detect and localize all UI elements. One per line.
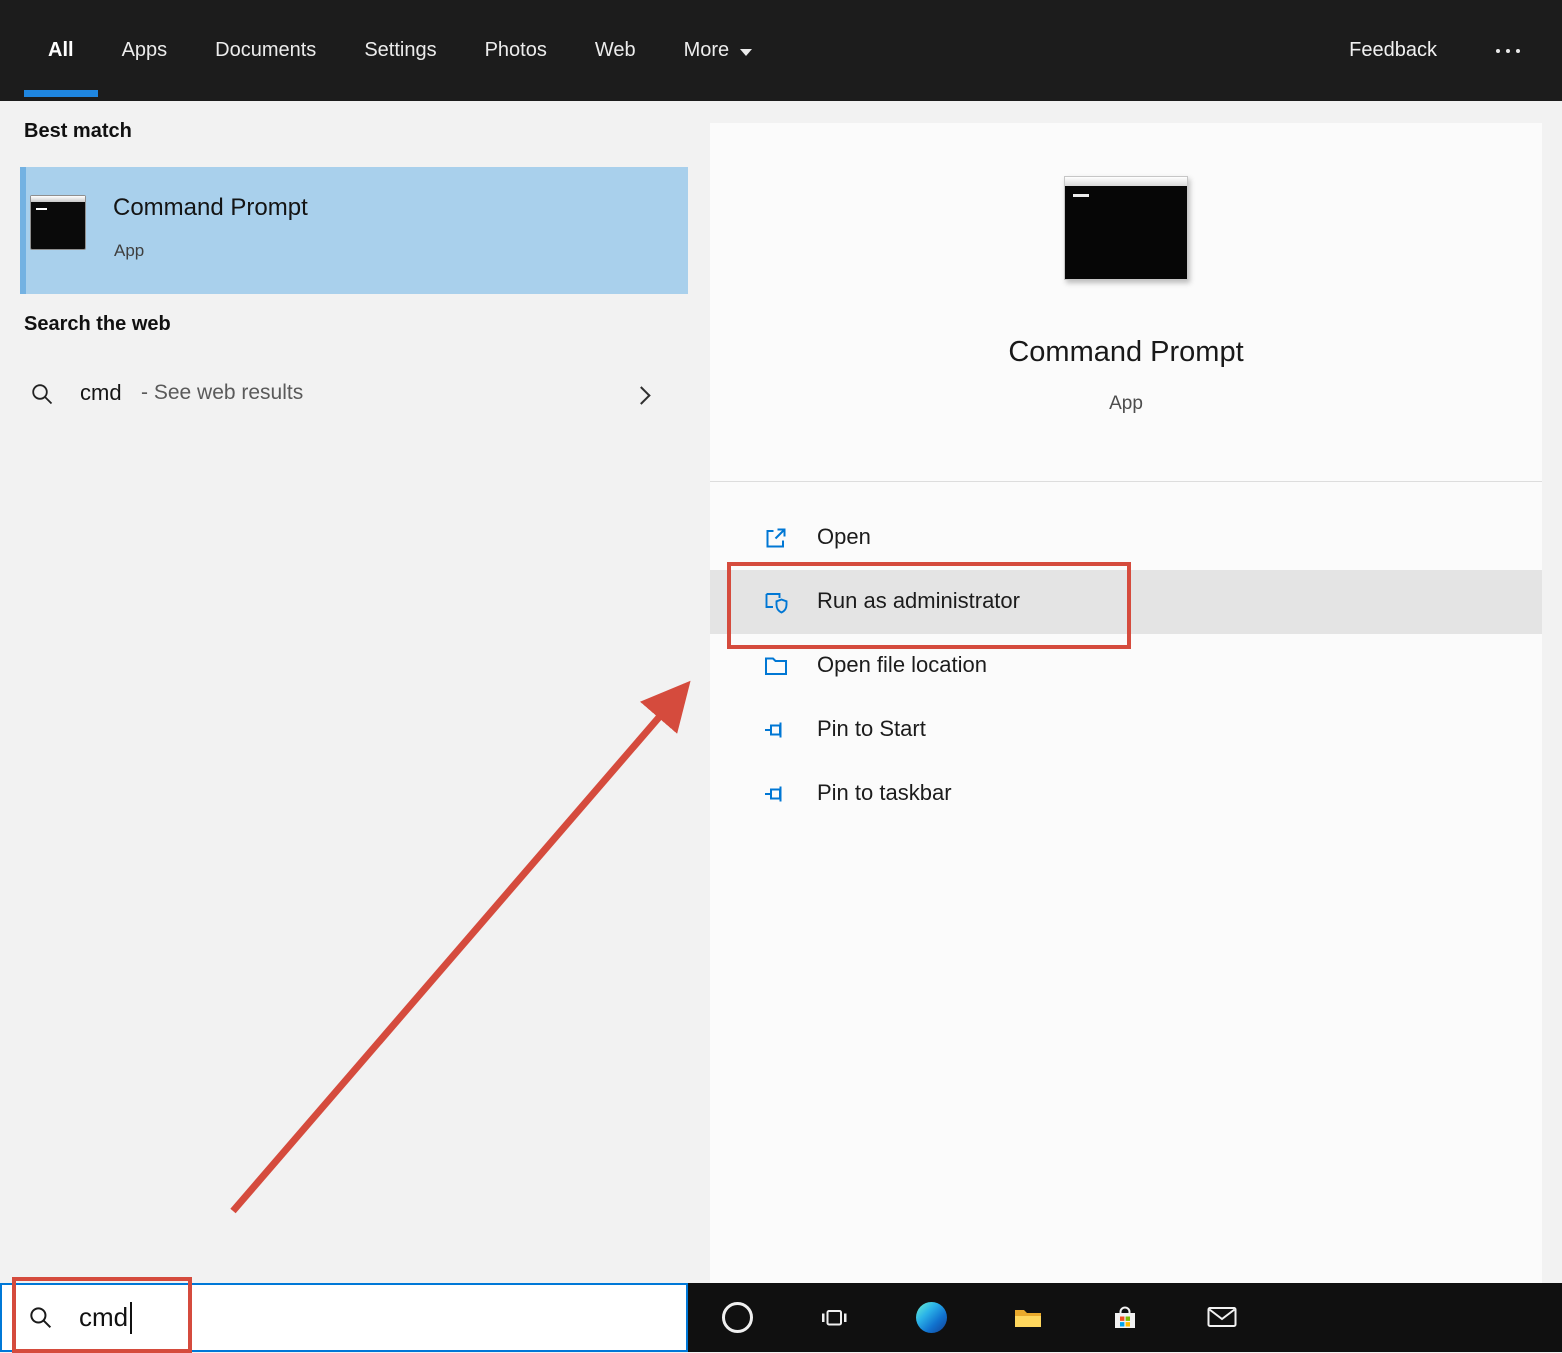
tab-all-label: All [48, 39, 74, 61]
tab-apps-label: Apps [121, 39, 168, 61]
web-search-result[interactable]: cmd - See web results [0, 359, 688, 431]
action-open[interactable]: Open [710, 506, 1542, 570]
taskbar [688, 1283, 1562, 1352]
action-label: Run as administrator [817, 588, 1020, 613]
tab-more[interactable]: More [660, 0, 777, 101]
folder-icon [763, 653, 789, 679]
action-label: Pin to taskbar [817, 780, 952, 805]
text-cursor [130, 1301, 133, 1334]
edge-icon[interactable] [907, 1283, 955, 1352]
web-query-text: cmd [80, 380, 122, 405]
selection-accent [20, 167, 26, 294]
tab-documents[interactable]: Documents [191, 0, 340, 101]
action-label: Open file location [817, 652, 987, 677]
open-icon [763, 525, 789, 551]
cortana-icon[interactable] [713, 1283, 761, 1352]
admin-shield-icon [763, 589, 789, 615]
tab-documents-label: Documents [215, 39, 317, 61]
more-options-icon[interactable] [1496, 0, 1520, 101]
command-prompt-icon [30, 195, 86, 250]
pin-icon [763, 781, 789, 807]
filter-tabs: All Apps Documents Settings Photos Web M… [24, 0, 776, 101]
best-match-result[interactable]: Command Prompt App [20, 167, 688, 294]
file-explorer-icon[interactable] [1004, 1283, 1052, 1352]
web-result-suffix: - See web results [141, 381, 304, 404]
action-open-file-location[interactable]: Open file location [710, 634, 1542, 698]
chevron-right-icon[interactable] [632, 386, 651, 405]
tab-photos[interactable]: Photos [461, 0, 571, 101]
preview-title: Command Prompt [1008, 336, 1244, 368]
result-subtitle: App [114, 241, 145, 260]
search-icon [28, 1305, 54, 1331]
feedback-button[interactable]: Feedback [1349, 0, 1437, 101]
best-match-header: Best match [24, 120, 132, 142]
search-results-panel: Best match Command Prompt App Search the… [0, 101, 688, 1283]
tab-photos-label: Photos [484, 39, 547, 61]
tab-settings-label: Settings [364, 39, 437, 61]
action-pin-to-start[interactable]: Pin to Start [710, 698, 1542, 762]
divider [710, 481, 1542, 482]
command-prompt-icon [1064, 176, 1188, 280]
tab-settings[interactable]: Settings [340, 0, 460, 101]
pin-icon [763, 717, 789, 743]
action-pin-to-taskbar[interactable]: Pin to taskbar [710, 762, 1542, 826]
search-filter-bar: All Apps Documents Settings Photos Web M… [0, 0, 1562, 101]
task-view-icon[interactable] [810, 1283, 858, 1352]
search-input-value: cmd [79, 1302, 129, 1332]
result-title: Command Prompt [113, 194, 308, 221]
windows-search-screen: All Apps Documents Settings Photos Web M… [0, 0, 1562, 1353]
action-run-as-administrator[interactable]: Run as administrator [710, 570, 1542, 634]
store-icon[interactable] [1101, 1283, 1149, 1352]
search-icon [30, 382, 55, 407]
preview-subtitle: App [1109, 393, 1143, 414]
action-label: Pin to Start [817, 716, 926, 741]
tab-more-label: More [683, 39, 730, 61]
chevron-down-icon [740, 48, 753, 56]
search-web-header: Search the web [24, 313, 171, 335]
search-input[interactable]: cmd [0, 1283, 688, 1352]
tab-web[interactable]: Web [571, 0, 660, 101]
app-preview-panel: Command Prompt App Open Run as administr… [710, 123, 1542, 1283]
tab-all[interactable]: All [24, 0, 98, 101]
app-actions-list: Open Run as administrator Open file loca… [710, 506, 1542, 826]
tab-apps[interactable]: Apps [98, 0, 192, 101]
mail-icon[interactable] [1198, 1283, 1246, 1352]
tab-web-label: Web [594, 39, 636, 61]
action-label: Open [817, 524, 871, 549]
